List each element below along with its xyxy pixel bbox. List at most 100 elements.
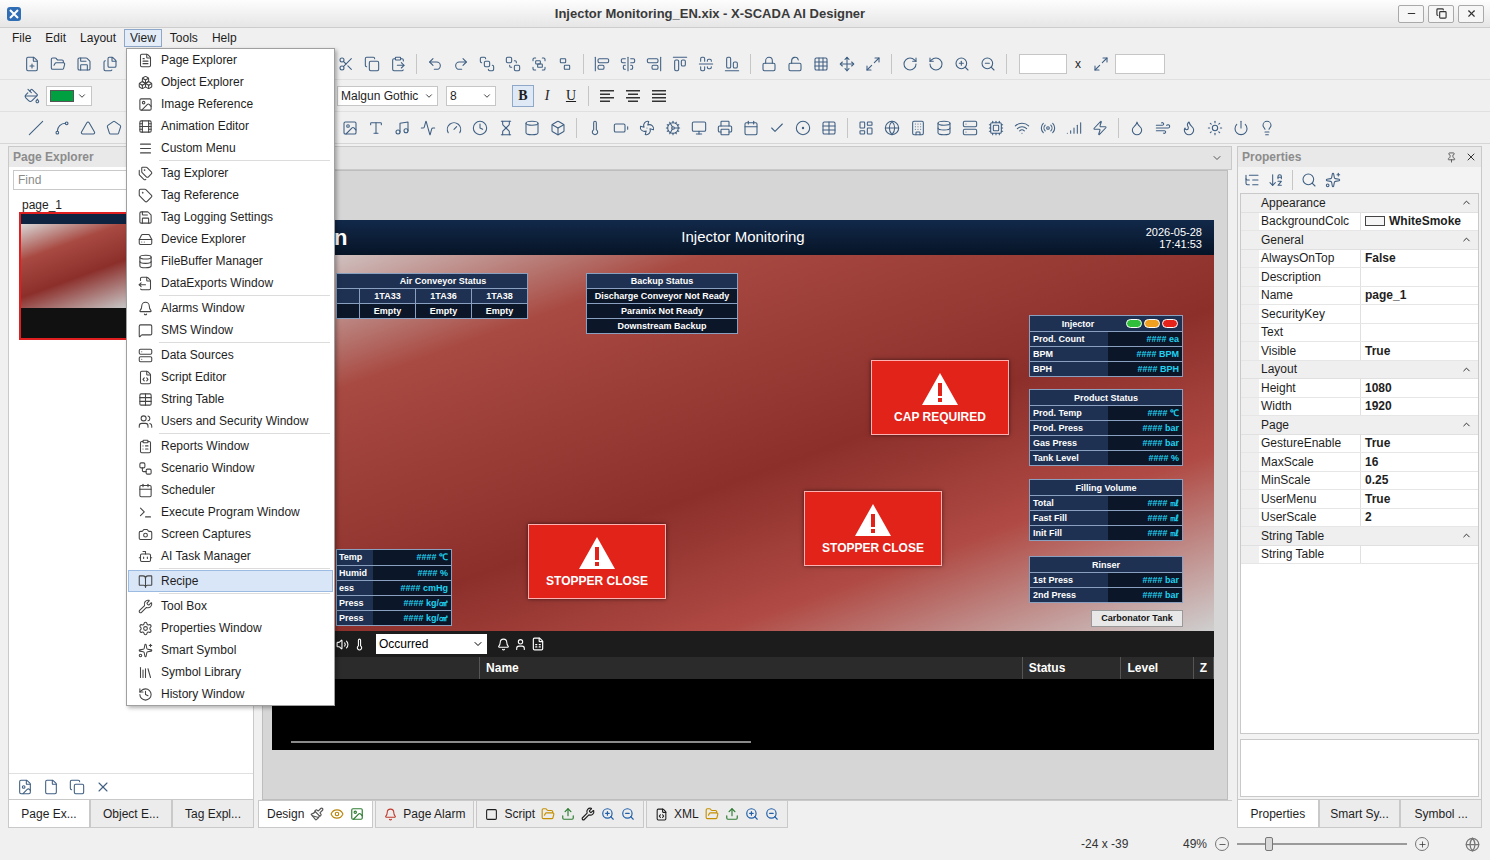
property-category[interactable]: String Table (1241, 527, 1478, 546)
timer-button[interactable] (494, 116, 518, 140)
menu-bar-item[interactable]: View (124, 29, 162, 47)
text-style-button[interactable]: I (536, 85, 558, 107)
height-input[interactable] (1115, 54, 1165, 74)
property-row[interactable]: Width1920 (1241, 398, 1478, 417)
lamp-button[interactable] (1255, 116, 1279, 140)
trend-button[interactable] (416, 116, 440, 140)
brush-icon[interactable] (310, 807, 324, 821)
property-row[interactable]: Namepage_1 (1241, 287, 1478, 306)
motor-button[interactable] (661, 116, 685, 140)
image-icon[interactable] (350, 807, 364, 821)
line-button[interactable] (24, 116, 48, 140)
preview-icon[interactable] (330, 807, 344, 821)
font-select[interactable]: Malgun Gothic (337, 86, 438, 106)
restore-button[interactable] (1428, 5, 1454, 23)
design-tab[interactable]: Design (258, 801, 373, 828)
thermometer-button[interactable] (583, 116, 607, 140)
property-row[interactable]: Text (1241, 324, 1478, 343)
monitor-button[interactable] (687, 116, 711, 140)
unlock-button[interactable] (783, 52, 807, 76)
tank-button[interactable] (520, 116, 544, 140)
zoom-out-icon[interactable] (621, 807, 635, 821)
align-top-button[interactable] (668, 52, 692, 76)
align-center-button[interactable] (616, 52, 640, 76)
zoom-slider-thumb[interactable] (1265, 837, 1273, 851)
design-tab[interactable]: Script (476, 801, 644, 828)
property-category[interactable]: General (1241, 231, 1478, 250)
scrollbar[interactable] (291, 741, 751, 743)
wifi-button[interactable] (1010, 116, 1034, 140)
polygon-button[interactable] (76, 116, 100, 140)
server-button[interactable] (958, 116, 982, 140)
menu-item[interactable]: Reports Window (128, 435, 333, 457)
sound-button[interactable] (390, 116, 414, 140)
user-icon[interactable] (514, 638, 527, 651)
property-category[interactable]: Appearance (1241, 194, 1478, 213)
height-lock-button[interactable] (1089, 52, 1113, 76)
tools-icon[interactable] (581, 807, 595, 821)
open-icon[interactable] (541, 807, 555, 821)
font-size-select[interactable]: 8 (446, 86, 496, 106)
menu-item[interactable]: Custom Menu (128, 137, 333, 159)
menu-item[interactable]: Alarms Window (128, 297, 333, 319)
menu-item[interactable]: Tag Reference (128, 184, 333, 206)
align-bottom-button[interactable] (720, 52, 744, 76)
filter-icon[interactable] (353, 638, 366, 651)
alarm-badge[interactable]: STOPPER CLOSE (528, 524, 666, 599)
database-button[interactable] (932, 116, 956, 140)
align-left-button[interactable] (590, 52, 614, 76)
align-middle-button[interactable] (694, 52, 718, 76)
design-tab[interactable]: XML (646, 801, 788, 828)
panel-tab[interactable]: Page Ex... (8, 800, 90, 828)
menu-item[interactable]: History Window (128, 683, 333, 705)
fill-color-picker[interactable] (46, 86, 92, 106)
alphabetical-button[interactable] (1264, 168, 1288, 192)
text-style-button[interactable]: U (560, 85, 582, 107)
rotate-cw-button[interactable] (898, 52, 922, 76)
menu-item[interactable]: Scheduler (128, 479, 333, 501)
web-button[interactable] (880, 116, 904, 140)
menu-item[interactable]: Object Explorer (128, 71, 333, 93)
property-row[interactable]: MinScale0.25 (1241, 472, 1478, 491)
menu-item[interactable]: Screen Captures (128, 523, 333, 545)
valve-button[interactable] (1125, 116, 1149, 140)
zoom-in-button[interactable] (950, 52, 974, 76)
menu-item[interactable]: Smart Symbol (128, 639, 333, 661)
antenna-button[interactable] (1036, 116, 1060, 140)
menu-item[interactable]: FileBuffer Manager (128, 250, 333, 272)
cut-button[interactable] (334, 52, 358, 76)
menu-item[interactable]: Animation Editor (128, 115, 333, 137)
zoom-out-icon[interactable] (765, 807, 779, 821)
zoom-out-button[interactable] (1215, 837, 1229, 851)
menu-bar-item[interactable]: Edit (39, 29, 72, 47)
send-back-button[interactable] (501, 52, 525, 76)
alarm-badge[interactable]: STOPPER CLOSE (804, 491, 942, 566)
design-tab[interactable]: Page Alarm (375, 801, 474, 828)
page-image-button[interactable] (13, 775, 37, 799)
save-button[interactable] (72, 52, 96, 76)
fan-button[interactable] (635, 116, 659, 140)
pin-icon[interactable] (1446, 152, 1457, 163)
tab-list-icon[interactable] (1211, 152, 1223, 164)
blower-button[interactable] (1151, 116, 1175, 140)
calendar-button[interactable] (739, 116, 763, 140)
property-row[interactable]: Description (1241, 268, 1478, 287)
menu-item[interactable]: Tag Logging Settings (128, 206, 333, 228)
building-button[interactable] (906, 116, 930, 140)
menu-bar-item[interactable]: File (6, 29, 37, 47)
copy-button[interactable] (360, 52, 384, 76)
zoom-in-icon[interactable] (601, 807, 615, 821)
new-button[interactable] (20, 52, 44, 76)
close-icon[interactable] (1465, 151, 1477, 163)
sound-icon[interactable] (336, 638, 349, 651)
text-button[interactable] (364, 116, 388, 140)
radio-button[interactable] (791, 116, 815, 140)
property-row[interactable]: UserMenuTrue (1241, 490, 1478, 509)
events-button[interactable] (1321, 168, 1345, 192)
polyline-button[interactable] (50, 116, 74, 140)
power-line-button[interactable] (1088, 116, 1112, 140)
close-button[interactable] (1458, 5, 1484, 23)
menu-item[interactable]: Properties Window (128, 617, 333, 639)
width-input[interactable] (1019, 54, 1067, 74)
zoom-out-button[interactable] (976, 52, 1000, 76)
